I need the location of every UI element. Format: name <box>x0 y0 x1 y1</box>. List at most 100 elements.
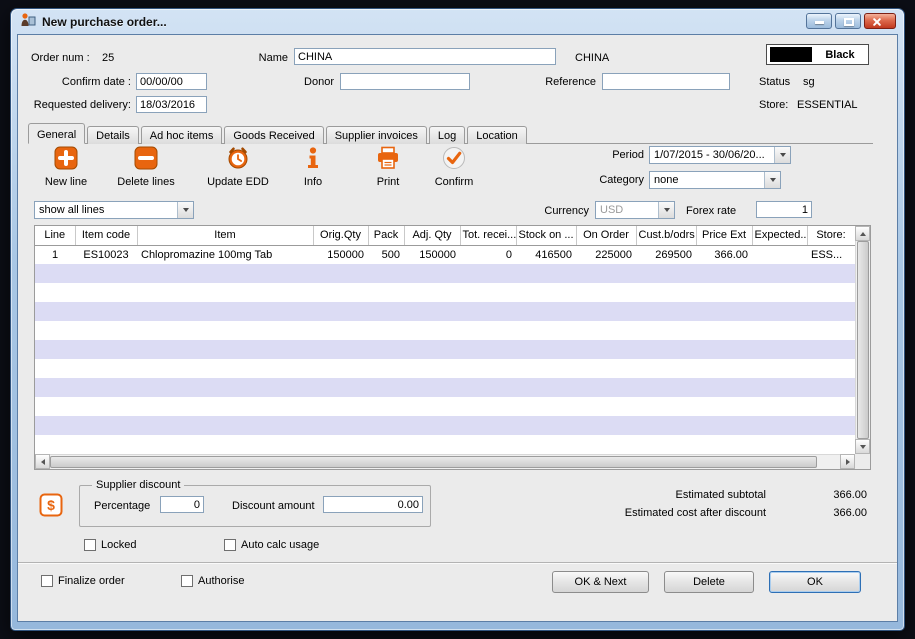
new-line-button[interactable]: New line <box>34 145 98 188</box>
table-cell-empty <box>404 264 460 283</box>
col-tot-received[interactable]: Tot. recei... <box>460 226 517 246</box>
store-label: Store: <box>759 99 789 111</box>
scroll-right-icon[interactable] <box>840 454 855 469</box>
print-button[interactable]: Print <box>362 145 414 188</box>
col-line[interactable]: Line <box>35 226 76 246</box>
scroll-left-icon[interactable] <box>35 454 50 469</box>
table-cell-empty <box>35 302 75 321</box>
tab-location[interactable]: Location <box>467 126 527 144</box>
name-input[interactable] <box>294 48 556 65</box>
ok-next-button[interactable]: OK & Next <box>552 571 649 593</box>
print-icon <box>375 145 401 174</box>
minimize-icon[interactable] <box>806 13 832 29</box>
table-row-empty[interactable] <box>35 359 855 378</box>
tab-strip: General Details Ad hoc items Goods Recei… <box>28 123 873 144</box>
donor-label: Donor <box>304 76 334 88</box>
col-orig-qty[interactable]: Orig.Qty <box>313 226 369 246</box>
auto-calc-usage-checkbox[interactable]: Auto calc usage <box>224 539 319 551</box>
table-row-empty[interactable] <box>35 340 855 359</box>
table-cell-empty <box>460 321 516 340</box>
tab-general[interactable]: General <box>28 123 86 144</box>
color-picker-button[interactable]: Black <box>766 44 869 65</box>
table-row-empty[interactable] <box>35 435 855 454</box>
table-cell-empty <box>460 283 516 302</box>
tab-supplier-invoices[interactable]: Supplier invoices <box>325 126 427 144</box>
table-cell-empty <box>460 340 516 359</box>
tab-details[interactable]: Details <box>87 126 139 144</box>
col-item-code[interactable]: Item code <box>75 226 138 246</box>
donor-input[interactable] <box>340 73 470 90</box>
table-cell-empty <box>460 397 516 416</box>
table-row-empty[interactable] <box>35 416 855 435</box>
tab-goods-received[interactable]: Goods Received <box>224 126 324 144</box>
table-cell-empty <box>696 397 752 416</box>
table-row-empty[interactable] <box>35 302 855 321</box>
close-icon[interactable] <box>864 13 896 29</box>
chevron-down-icon <box>658 202 674 218</box>
horizontal-scrollbar[interactable] <box>35 454 855 469</box>
forex-rate-input[interactable] <box>756 201 812 218</box>
update-edd-button[interactable]: Update EDD <box>198 145 278 188</box>
table-row[interactable]: 1 ES10023 Chlopromazine 100mg Tab 150000… <box>35 245 855 264</box>
table-cell-empty <box>807 397 855 416</box>
table-cell-empty <box>368 359 404 378</box>
tab-ad-hoc-items[interactable]: Ad hoc items <box>140 126 223 144</box>
show-lines-select[interactable]: show all lines <box>34 201 194 219</box>
table-cell-empty <box>368 378 404 397</box>
period-select[interactable]: 1/07/2015 - 30/06/20... <box>649 146 791 164</box>
col-on-order[interactable]: On Order <box>576 226 637 246</box>
scroll-down-icon[interactable] <box>855 439 870 454</box>
table-cell-empty <box>636 340 696 359</box>
delete-button[interactable]: Delete <box>664 571 754 593</box>
requested-delivery-input[interactable] <box>136 96 207 113</box>
reference-input[interactable] <box>602 73 730 90</box>
vertical-scrollbar[interactable] <box>855 226 870 454</box>
tab-log[interactable]: Log <box>428 126 466 144</box>
discount-amount-input[interactable] <box>323 496 423 513</box>
scroll-up-icon[interactable] <box>855 226 870 241</box>
currency-select[interactable]: USD <box>595 201 675 219</box>
col-store[interactable]: Store: <box>807 226 855 246</box>
currency-icon[interactable]: $ <box>39 493 63 520</box>
col-stock-on-hand[interactable]: Stock on ... <box>516 226 577 246</box>
table-cell-empty <box>752 397 807 416</box>
table-cell-empty <box>35 321 75 340</box>
delete-lines-button[interactable]: Delete lines <box>110 145 182 188</box>
col-expected[interactable]: Expected... <box>752 226 808 246</box>
locked-checkbox[interactable]: Locked <box>84 539 136 551</box>
table-cell-empty <box>636 359 696 378</box>
estimated-cost-value: 366.00 <box>833 507 867 519</box>
table-cell-empty <box>75 435 137 454</box>
col-adj-qty[interactable]: Adj. Qty <box>404 226 461 246</box>
col-pack[interactable]: Pack <box>368 226 405 246</box>
table-row-empty[interactable] <box>35 264 855 283</box>
percentage-input[interactable] <box>160 496 204 513</box>
col-price-ext[interactable]: Price Ext <box>696 226 753 246</box>
confirm-button[interactable]: Confirm <box>422 145 486 188</box>
table-cell-empty <box>752 340 807 359</box>
maximize-icon[interactable] <box>835 13 861 29</box>
table-cell-empty <box>75 378 137 397</box>
vertical-scroll-thumb[interactable] <box>857 241 869 439</box>
table-cell-empty <box>752 321 807 340</box>
table-row-empty[interactable] <box>35 321 855 340</box>
info-button[interactable]: Info <box>287 145 339 188</box>
category-select[interactable]: none <box>649 171 781 189</box>
horizontal-scroll-thumb[interactable] <box>50 456 817 468</box>
table-cell-empty <box>313 359 368 378</box>
titlebar[interactable]: New purchase order... <box>11 9 904 34</box>
col-item[interactable]: Item <box>137 226 314 246</box>
table-body: 1 ES10023 Chlopromazine 100mg Tab 150000… <box>35 245 855 454</box>
table-cell-empty <box>35 264 75 283</box>
col-cust-backorders[interactable]: Cust.b/odrs <box>636 226 697 246</box>
cell-expected <box>752 245 807 264</box>
authorise-checkbox[interactable]: Authorise <box>181 575 244 587</box>
table-row-empty[interactable] <box>35 283 855 302</box>
table-row-empty[interactable] <box>35 397 855 416</box>
estimated-subtotal-value: 366.00 <box>833 489 867 501</box>
ok-button[interactable]: OK <box>769 571 861 593</box>
confirm-date-input[interactable] <box>136 73 207 90</box>
finalize-order-checkbox[interactable]: Finalize order <box>41 575 125 587</box>
table-cell-empty <box>368 340 404 359</box>
table-row-empty[interactable] <box>35 378 855 397</box>
